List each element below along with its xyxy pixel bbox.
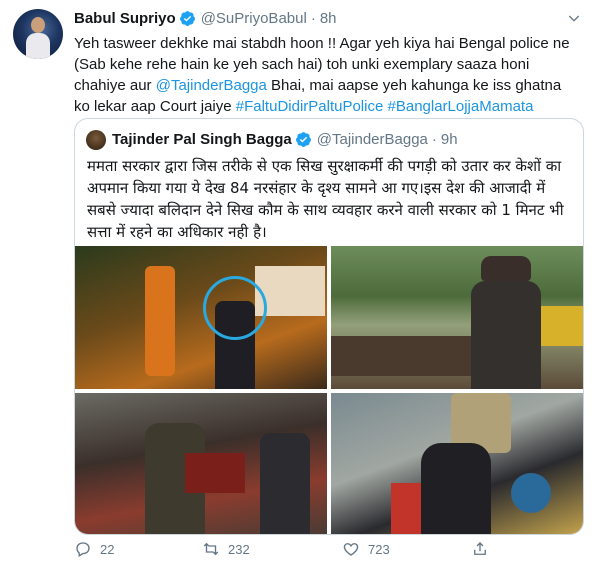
author-handle[interactable]: @SuPriyoBabul	[201, 10, 307, 27]
like-count: 723	[368, 541, 390, 557]
reply-count: 22	[100, 541, 115, 557]
hashtag-link-1[interactable]: #FaltuDidirPaltuPolice	[236, 98, 384, 115]
tweet-header: Babul Supriyo @SuPriyoBabul · 8h	[74, 10, 337, 27]
tweet-actions: 22 232 723	[74, 540, 582, 564]
verified-badge-icon	[179, 11, 195, 26]
quoted-tweet-header: Tajinder Pal Singh Bagga @TajinderBagga …	[112, 131, 458, 148]
like-button[interactable]: 723	[342, 540, 390, 558]
quoted-tweet-text: ममता सरकार द्वारा जिस तरीके से एक सिख सु…	[87, 157, 564, 241]
retweet-button[interactable]: 232	[202, 540, 250, 558]
verified-badge-icon	[295, 132, 311, 147]
quoted-tweet-timestamp[interactable]: 9h	[441, 131, 458, 148]
hashtag-link-2[interactable]: #BanglarLojjaMamata	[388, 98, 534, 115]
author-name[interactable]: Babul Supriyo	[74, 10, 176, 27]
separator-dot: ·	[310, 10, 316, 27]
photo-4[interactable]	[331, 393, 583, 534]
share-button[interactable]	[471, 540, 497, 558]
quoted-author-name[interactable]: Tajinder Pal Singh Bagga	[112, 131, 292, 148]
highlight-circle	[203, 276, 267, 340]
author-avatar[interactable]	[13, 9, 63, 59]
tweet-text: Yeh tasweer dekhke mai stabdh hoon !! Ag…	[74, 33, 579, 117]
quoted-author-avatar[interactable]	[86, 130, 106, 150]
mention-link[interactable]: @TajinderBagga	[156, 77, 267, 94]
chevron-down-icon[interactable]	[566, 10, 582, 26]
photo-3[interactable]	[75, 393, 327, 534]
separator-dot: ·	[431, 131, 437, 148]
tweet: Babul Supriyo @SuPriyoBabul · 8h Yeh tas…	[0, 0, 597, 574]
photo-1[interactable]	[75, 246, 327, 389]
share-icon	[474, 542, 486, 555]
photo-2[interactable]	[331, 246, 583, 389]
retweet-icon	[203, 542, 219, 556]
like-icon	[343, 543, 359, 556]
quoted-author-handle[interactable]: @TajinderBagga	[317, 131, 428, 148]
reply-button[interactable]: 22	[74, 540, 114, 558]
quoted-tweet[interactable]: Tajinder Pal Singh Bagga @TajinderBagga …	[74, 118, 584, 535]
reply-icon	[76, 542, 90, 557]
media-grid	[75, 246, 583, 534]
retweet-count: 232	[228, 541, 250, 557]
tweet-timestamp[interactable]: 8h	[320, 10, 337, 27]
